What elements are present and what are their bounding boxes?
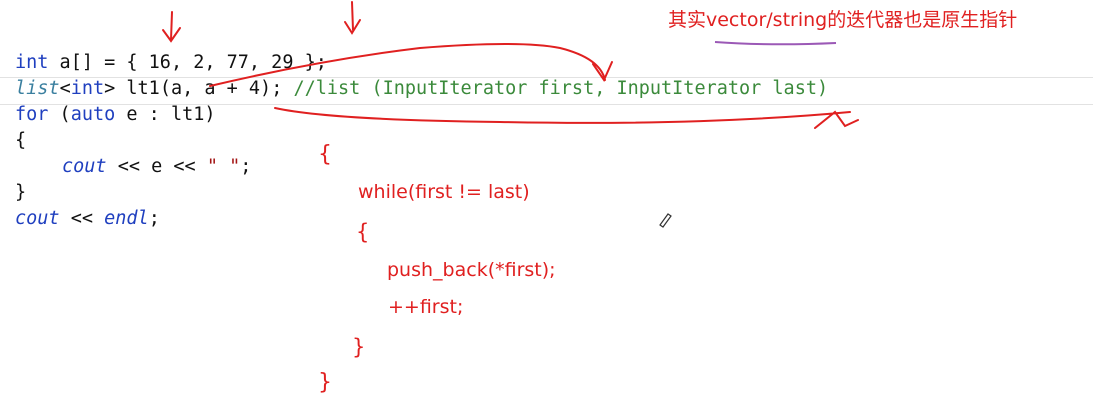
annotation-ink-layer — [162, 1, 859, 228]
curve-arrow-upper — [209, 43, 613, 87]
down-arrow-icon — [162, 11, 181, 43]
pencil-cursor-icon — [659, 213, 672, 228]
curve-arrow-lower — [274, 107, 859, 129]
down-arrow-icon — [344, 1, 361, 35]
underline-mark — [714, 41, 837, 46]
